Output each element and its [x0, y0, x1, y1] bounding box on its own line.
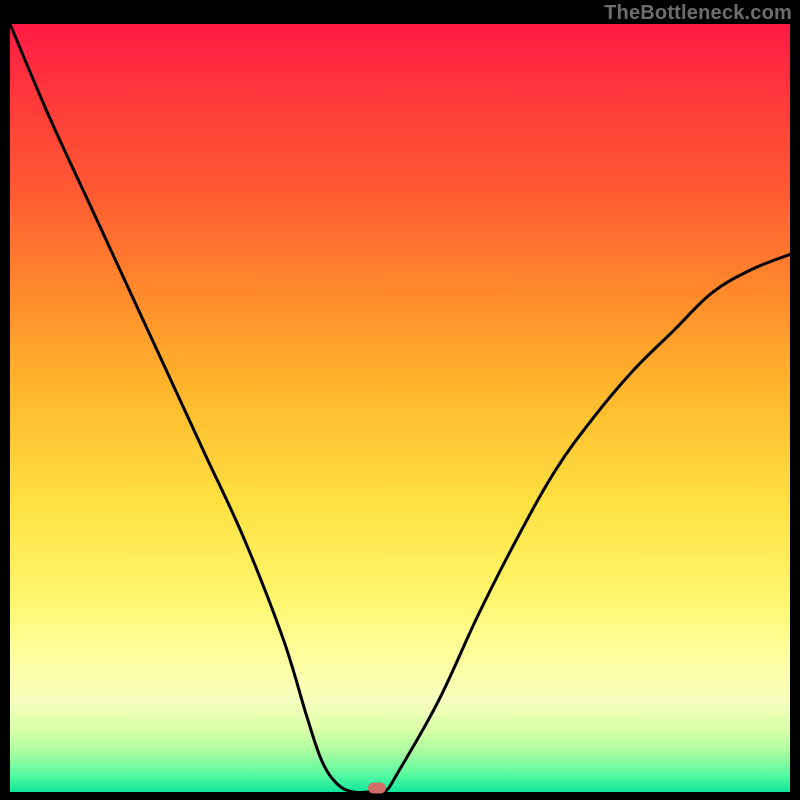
curve-path	[10, 24, 790, 792]
bottleneck-curve	[10, 24, 790, 792]
watermark-text: TheBottleneck.com	[604, 2, 792, 25]
optimal-marker	[368, 783, 386, 794]
chart-frame	[10, 24, 790, 792]
